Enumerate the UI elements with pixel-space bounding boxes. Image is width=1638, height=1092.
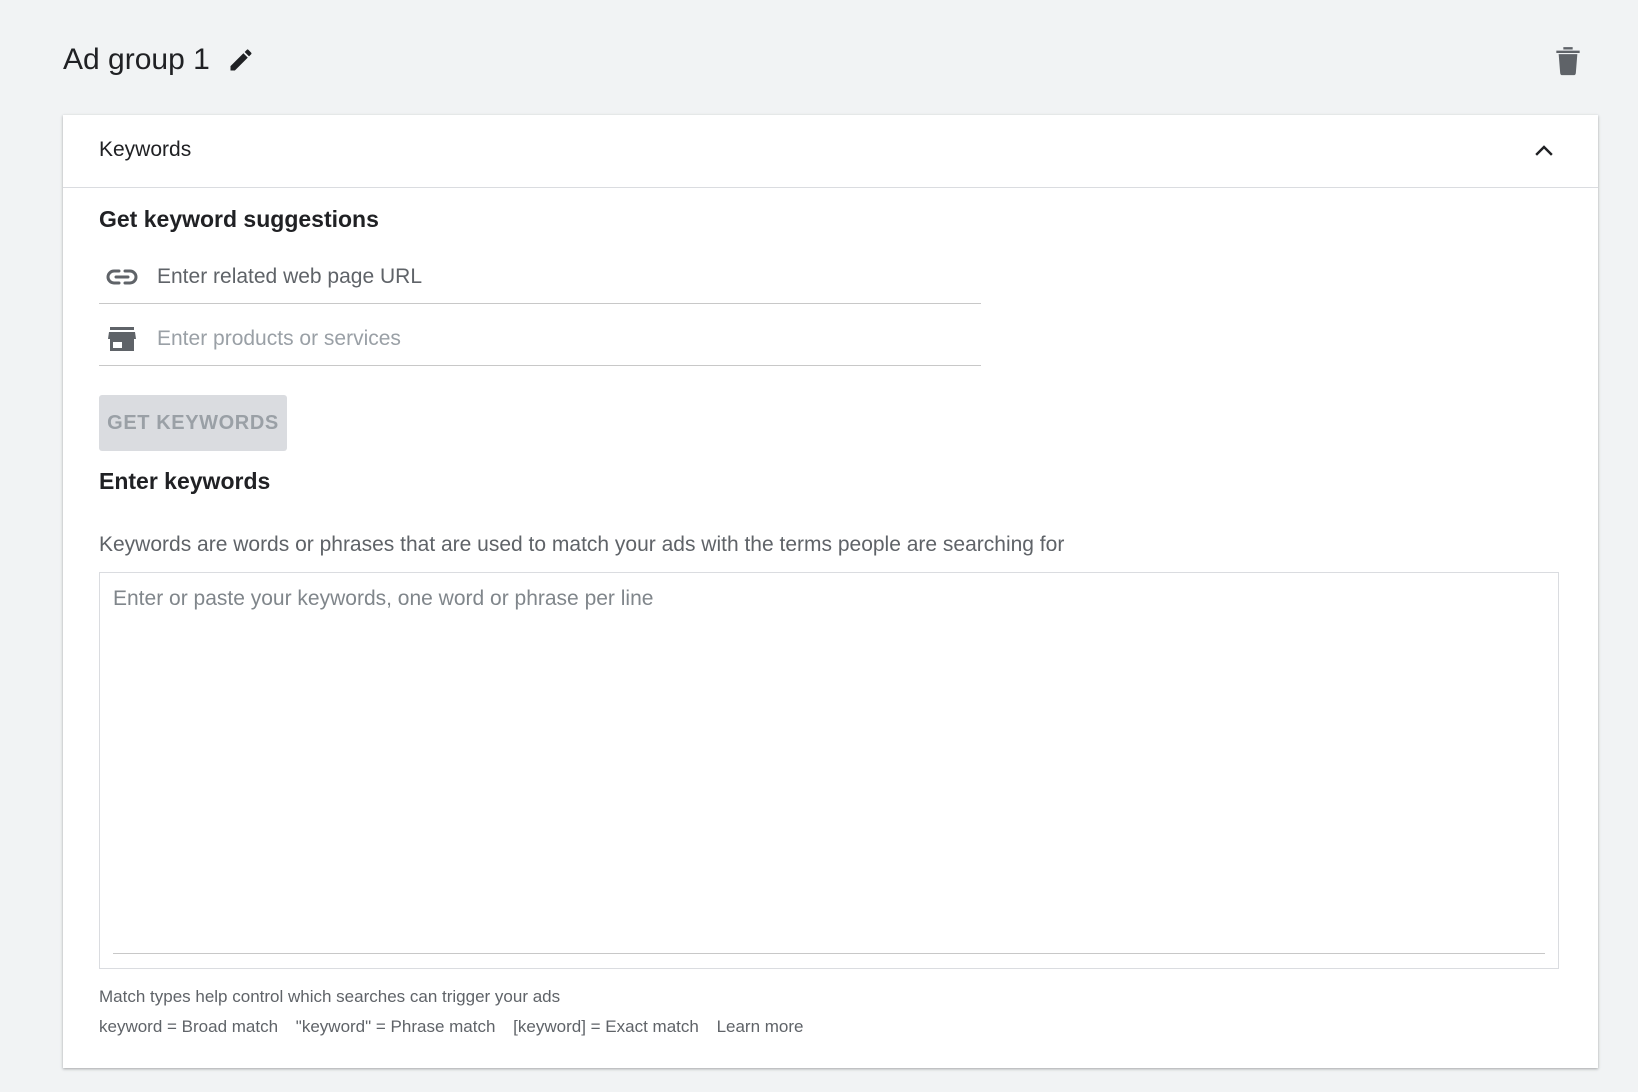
url-field[interactable] <box>99 251 981 304</box>
ad-group-header: Ad group 1 <box>63 38 256 82</box>
keywords-card-header[interactable]: Keywords <box>63 115 1598 188</box>
keywords-textarea-container[interactable] <box>99 572 1559 969</box>
trash-icon <box>1556 47 1580 76</box>
pencil-icon <box>230 49 252 71</box>
products-input[interactable] <box>157 327 957 351</box>
url-input[interactable] <box>157 265 957 289</box>
broad-match-label: keyword = Broad match <box>99 1017 279 1036</box>
store-icon <box>105 324 139 354</box>
keywords-card: Keywords Get keyword suggestions GET KEY… <box>63 115 1598 1068</box>
keyword-suggestions-heading: Get keyword suggestions <box>99 206 379 232</box>
delete-ad-group-button[interactable] <box>1553 42 1583 78</box>
textarea-underline <box>113 953 1545 954</box>
keywords-description: Keywords are words or phrases that are u… <box>99 533 1065 556</box>
link-icon <box>105 262 139 292</box>
phrase-match-label: "keyword" = Phrase match <box>295 1017 496 1036</box>
exact-match-label: [keyword] = Exact match <box>513 1017 699 1036</box>
get-keywords-button[interactable]: GET KEYWORDS <box>99 395 287 451</box>
ad-group-title: Ad group 1 <box>63 43 210 76</box>
enter-keywords-heading: Enter keywords <box>99 468 271 494</box>
keywords-card-title: Keywords <box>99 138 192 161</box>
products-field[interactable] <box>99 313 981 366</box>
collapse-button[interactable] <box>1530 137 1558 165</box>
match-types-legend: keyword = Broad match "keyword" = Phrase… <box>99 1017 804 1037</box>
keywords-textarea[interactable] <box>113 587 1543 942</box>
match-types-hint: Match types help control which searches … <box>99 987 561 1006</box>
edit-ad-group-name-button[interactable] <box>226 45 256 75</box>
chevron-up-icon <box>1535 145 1553 156</box>
learn-more-link[interactable]: Learn more <box>717 1017 804 1036</box>
